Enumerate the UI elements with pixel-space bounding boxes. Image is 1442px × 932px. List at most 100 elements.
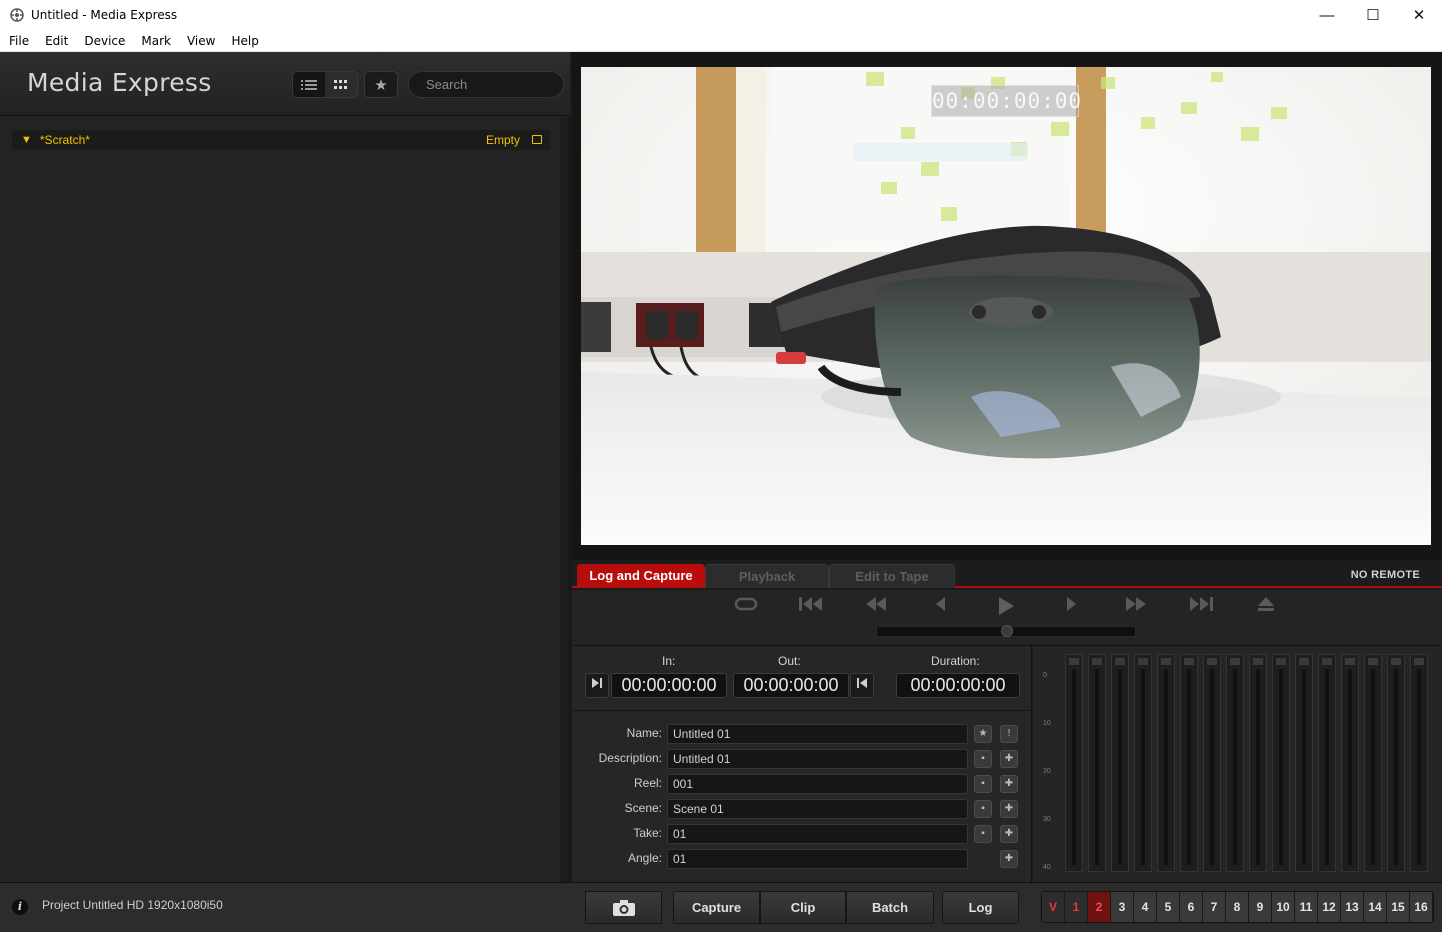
menu-file[interactable]: File (0, 34, 37, 48)
favorite-toggle[interactable]: ★ (974, 725, 992, 743)
angle-field[interactable]: 01 (667, 849, 968, 869)
list-view-button[interactable] (293, 72, 325, 97)
good-take-toggle[interactable]: ! (1000, 725, 1018, 743)
minimize-button[interactable]: — (1304, 0, 1350, 30)
jump-to-start-button[interactable] (791, 596, 831, 617)
step-forward-button[interactable] (1051, 596, 1091, 617)
audio-channel-toggle[interactable]: 15 (1387, 892, 1410, 922)
audio-channel-toggle[interactable]: 1 (1065, 892, 1088, 922)
duration-label: Duration: (931, 654, 980, 668)
loop-button[interactable] (726, 596, 766, 617)
meter-level-bar (1325, 669, 1329, 865)
audio-channel-toggle[interactable]: 10 (1272, 892, 1295, 922)
tab-playback[interactable]: Playback (705, 564, 829, 588)
meter-level-bar (1118, 669, 1122, 865)
favorites-button[interactable]: ★ (364, 71, 398, 98)
audio-channel-toggle[interactable]: 8 (1226, 892, 1249, 922)
jump-to-end-icon (1190, 597, 1213, 611)
thumbnail-view-button[interactable] (325, 72, 357, 97)
plus-icon: ✚ (1004, 853, 1014, 864)
lock-icon: ▪ (981, 828, 985, 839)
meter-peak-indicator (1414, 658, 1424, 665)
scene-label: Scene: (624, 801, 662, 815)
channel-selector: V 1 2 3 4 5 6 7 8 9 10 11 12 13 14 15 16 (1041, 891, 1434, 923)
reel-label: Reel: (633, 776, 662, 790)
close-button[interactable]: ✕ (1396, 0, 1442, 30)
meter-level-bar (1187, 669, 1191, 865)
audio-channel-toggle[interactable]: 3 (1111, 892, 1134, 922)
audio-channel-toggle[interactable]: 12 (1318, 892, 1341, 922)
audio-channel-toggle[interactable]: 13 (1341, 892, 1364, 922)
info-icon[interactable]: i (12, 899, 28, 915)
jog-scrubber[interactable] (876, 625, 1136, 637)
search-input[interactable]: Search (408, 71, 564, 98)
menu-help[interactable]: Help (223, 34, 266, 48)
tab-edit-to-tape[interactable]: Edit to Tape (829, 564, 955, 588)
angle-label: Angle: (627, 851, 662, 865)
scene-lock-button[interactable]: ▪ (974, 800, 992, 818)
jump-to-end-button[interactable] (1181, 596, 1221, 617)
scrubber-handle[interactable] (1001, 625, 1013, 637)
expand-triangle-icon[interactable]: ▼ (21, 134, 32, 146)
audio-meter-channel (1088, 654, 1106, 872)
meter-peak-indicator (1322, 658, 1332, 665)
snapshot-button[interactable] (585, 891, 662, 924)
mark-in-icon (592, 678, 602, 688)
scene-field[interactable]: Scene 01 (667, 799, 968, 819)
audio-channel-toggle[interactable]: 7 (1203, 892, 1226, 922)
in-timecode-field[interactable]: 00:00:00:00 (611, 673, 727, 698)
log-button[interactable]: Log (942, 891, 1019, 924)
audio-channel-toggle[interactable]: 16 (1410, 892, 1433, 922)
fast-forward-button[interactable] (1116, 596, 1156, 617)
media-pool-header: Media Express ★ Search (0, 52, 570, 116)
reel-field[interactable]: 001 (667, 774, 968, 794)
capture-button[interactable]: Capture (673, 891, 760, 924)
scene-increment-button[interactable]: ✚ (1000, 800, 1018, 818)
plus-icon: ✚ (1004, 803, 1014, 814)
scratch-bin[interactable]: ▼ *Scratch* Empty (12, 130, 550, 150)
audio-meter-channel (1364, 654, 1382, 872)
set-out-button[interactable] (850, 673, 874, 698)
window-title: Untitled - Media Express (31, 8, 178, 22)
lock-icon: ▪ (981, 778, 985, 789)
eject-button[interactable] (1246, 596, 1286, 617)
batch-button[interactable]: Batch (846, 891, 934, 924)
menu-device[interactable]: Device (76, 34, 133, 48)
play-button[interactable] (986, 596, 1026, 621)
reel-increment-button[interactable]: ✚ (1000, 775, 1018, 793)
audio-channel-toggle[interactable]: 2 (1088, 892, 1111, 922)
menu-mark[interactable]: Mark (133, 34, 179, 48)
take-field[interactable]: 01 (667, 824, 968, 844)
out-timecode-field[interactable]: 00:00:00:00 (733, 673, 849, 698)
set-in-button[interactable] (585, 673, 609, 698)
meter-peak-indicator (1391, 658, 1401, 665)
maximize-button[interactable]: ☐ (1350, 0, 1396, 30)
audio-channel-toggle[interactable]: 9 (1249, 892, 1272, 922)
audio-meter-channel (1180, 654, 1198, 872)
description-increment-button[interactable]: ✚ (1000, 750, 1018, 768)
list-view-icon (301, 79, 317, 90)
tab-log-and-capture[interactable]: Log and Capture (577, 564, 705, 588)
name-field[interactable]: Untitled 01 (667, 724, 968, 744)
audio-channel-toggle[interactable]: 6 (1180, 892, 1203, 922)
audio-channel-toggle[interactable]: 11 (1295, 892, 1318, 922)
reel-lock-button[interactable]: ▪ (974, 775, 992, 793)
clip-button[interactable]: Clip (760, 891, 846, 924)
meter-scale-label: 10 (1043, 720, 1051, 727)
audio-channel-toggle[interactable]: 14 (1364, 892, 1387, 922)
take-increment-button[interactable]: ✚ (1000, 825, 1018, 843)
audio-channel-toggle[interactable]: 5 (1157, 892, 1180, 922)
video-channel-toggle[interactable]: V (1042, 892, 1065, 922)
rewind-button[interactable] (856, 596, 896, 617)
audio-channel-toggle[interactable]: 4 (1134, 892, 1157, 922)
step-back-button[interactable] (921, 596, 961, 617)
description-field[interactable]: Untitled 01 (667, 749, 968, 769)
media-pool-scrollbar[interactable] (560, 118, 569, 882)
jump-to-start-icon (799, 597, 822, 611)
app-icon (9, 7, 25, 23)
description-lock-button[interactable]: ▪ (974, 750, 992, 768)
take-lock-button[interactable]: ▪ (974, 825, 992, 843)
menu-edit[interactable]: Edit (37, 34, 76, 48)
angle-increment-button[interactable]: ✚ (1000, 850, 1018, 868)
menu-view[interactable]: View (179, 34, 223, 48)
